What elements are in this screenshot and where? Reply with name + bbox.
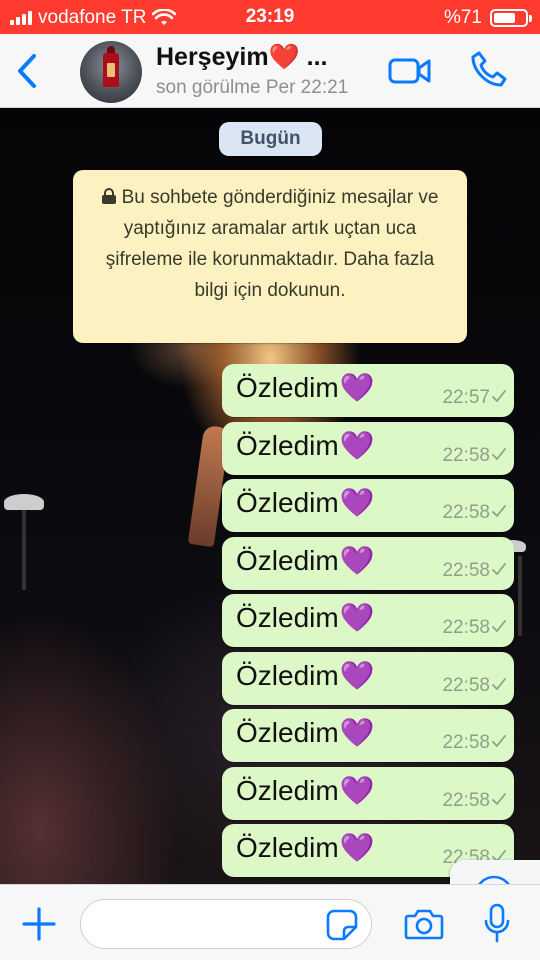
outgoing-message-bubble[interactable]: Özledim💜 22:58 <box>222 709 514 762</box>
purple-heart-emoji: 💜 <box>339 486 375 519</box>
sent-check-icon <box>492 505 506 517</box>
contact-avatar[interactable] <box>80 41 142 103</box>
message-text: Özledim💜 <box>236 659 375 692</box>
chevron-left-icon <box>18 54 36 88</box>
background-street-lamp <box>4 494 44 590</box>
sent-check-icon <box>492 390 506 402</box>
message-time: 22:57 <box>442 387 490 408</box>
purple-heart-emoji: 💜 <box>339 543 375 577</box>
video-camera-icon <box>388 58 431 84</box>
message-body: Özledim <box>236 487 339 518</box>
attach-button[interactable] <box>22 907 56 941</box>
scroll-to-bottom-button[interactable] <box>450 860 540 884</box>
encryption-notice[interactable]: Bu sohbete gönderdiğiniz mesajlar ve yap… <box>73 170 467 343</box>
battery-level <box>494 13 516 23</box>
sticker-button[interactable] <box>326 909 358 941</box>
lock-icon <box>101 188 116 204</box>
outgoing-message-bubble[interactable]: Özledim💜 22:58 <box>222 536 514 590</box>
sent-check-icon <box>492 620 506 632</box>
message-time: 22:58 <box>442 674 490 696</box>
message-time: 22:58 <box>442 559 490 581</box>
message-text: Özledim💜 <box>236 774 375 807</box>
chat-header: Herşeyim❤️ ... son görülme Per 22:21 <box>0 34 540 108</box>
status-bar: vodafone TR 23:19 %71 <box>0 0 540 34</box>
battery-icon <box>490 9 532 27</box>
lantern-image <box>103 46 119 87</box>
outgoing-message-bubble[interactable]: Özledim💜 22:58 <box>222 651 514 705</box>
message-text: Özledim💜 <box>236 429 375 462</box>
voice-message-button[interactable] <box>484 903 510 945</box>
purple-heart-emoji: 💜 <box>339 773 375 807</box>
message-body: Özledim <box>236 544 339 576</box>
message-text: Özledim💜 <box>236 716 375 749</box>
status-right: %71 <box>443 7 532 29</box>
message-time: 22:58 <box>442 789 490 811</box>
message-text: Özledim💜 <box>236 831 375 864</box>
camera-icon <box>404 909 444 940</box>
purple-heart-emoji: 💜 <box>339 371 375 404</box>
outgoing-message-bubble[interactable]: Özledim💜 22:57 <box>222 364 514 417</box>
camera-button[interactable] <box>404 907 444 941</box>
outgoing-message-bubble[interactable]: Özledim💜 22:58 <box>222 421 514 475</box>
sent-check-icon <box>492 735 506 747</box>
contact-name[interactable]: Herşeyim❤️ ... <box>156 43 327 72</box>
microphone-icon <box>484 903 510 943</box>
battery-percent: %71 <box>443 7 482 28</box>
message-text: Özledim💜 <box>236 371 375 404</box>
phone-icon <box>471 51 507 87</box>
message-body: Özledim <box>236 602 339 633</box>
sent-check-icon <box>492 792 506 805</box>
sent-check-icon <box>492 677 506 690</box>
voice-call-button[interactable] <box>470 50 508 88</box>
plus-icon <box>22 907 56 941</box>
last-seen-status: son görülme Per 22:21 <box>156 77 349 98</box>
purple-heart-emoji: 💜 <box>339 658 375 692</box>
chevron-down-circle-icon <box>478 875 510 884</box>
message-text: Özledim💜 <box>236 601 375 634</box>
message-body: Özledim <box>236 659 339 691</box>
sent-check-icon <box>492 562 506 575</box>
message-text: Özledim💜 <box>236 486 375 519</box>
input-bar <box>0 884 540 960</box>
outgoing-message-bubble[interactable]: Özledim💜 22:58 <box>222 594 514 647</box>
chat-area[interactable]: Bugün Bu sohbete gönderdiğiniz mesajlar … <box>0 108 540 884</box>
date-chip: Bugün <box>219 122 322 156</box>
message-body: Özledim <box>236 717 339 748</box>
message-body: Özledim <box>236 372 339 403</box>
message-body: Özledim <box>236 774 339 806</box>
sticker-icon <box>326 909 358 941</box>
video-call-button[interactable] <box>388 56 432 86</box>
encryption-notice-text: Bu sohbete gönderdiğiniz mesajlar ve yap… <box>105 187 439 301</box>
sent-check-icon <box>492 447 506 460</box>
message-body: Özledim <box>236 832 339 863</box>
message-body: Özledim <box>236 429 339 461</box>
outgoing-message-bubble[interactable]: Özledim💜 22:58 <box>222 479 514 532</box>
outgoing-message-bubble[interactable]: Özledim💜 22:58 <box>222 766 514 820</box>
purple-heart-emoji: 💜 <box>339 601 375 634</box>
message-time: 22:58 <box>442 617 490 638</box>
purple-heart-emoji: 💜 <box>339 831 375 864</box>
message-time: 22:58 <box>442 502 490 523</box>
purple-heart-emoji: 💜 <box>339 716 375 749</box>
message-time: 22:58 <box>442 732 490 753</box>
message-text: Özledim💜 <box>236 544 375 577</box>
back-button[interactable] <box>12 52 42 90</box>
purple-heart-emoji: 💜 <box>339 428 375 462</box>
message-time: 22:58 <box>442 444 490 466</box>
